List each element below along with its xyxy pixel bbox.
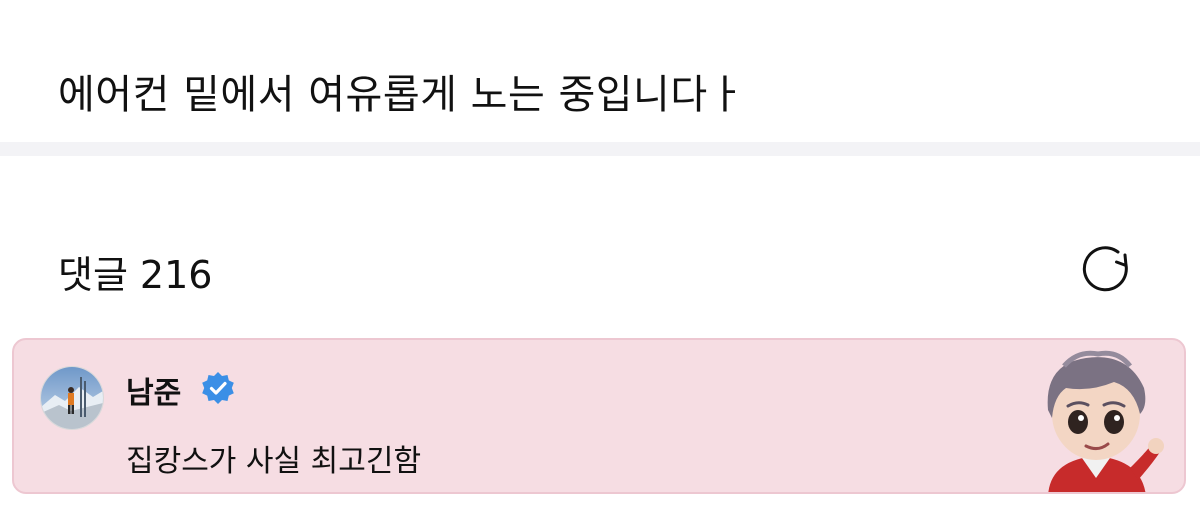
verified-badge-icon — [202, 372, 234, 404]
avatar[interactable] — [40, 366, 104, 430]
pinned-comment[interactable]: 남준 집캉스가 사실 최고긴함 — [12, 338, 1186, 494]
comments-count: 216 — [139, 253, 213, 297]
refresh-button[interactable] — [1078, 241, 1136, 299]
post-text: 에어컨 밑에서 여유롭게 노는 중입니다ㅏ — [58, 72, 745, 118]
character-sticker — [1047, 350, 1164, 492]
section-divider — [0, 142, 1200, 156]
comment-body: 집캉스가 사실 최고긴함 — [126, 444, 422, 479]
comments-label: 댓글 — [58, 253, 128, 297]
comments-header: 댓글 216 — [58, 244, 212, 299]
refresh-icon — [1082, 246, 1128, 292]
comment-author[interactable]: 남준 — [126, 368, 181, 412]
